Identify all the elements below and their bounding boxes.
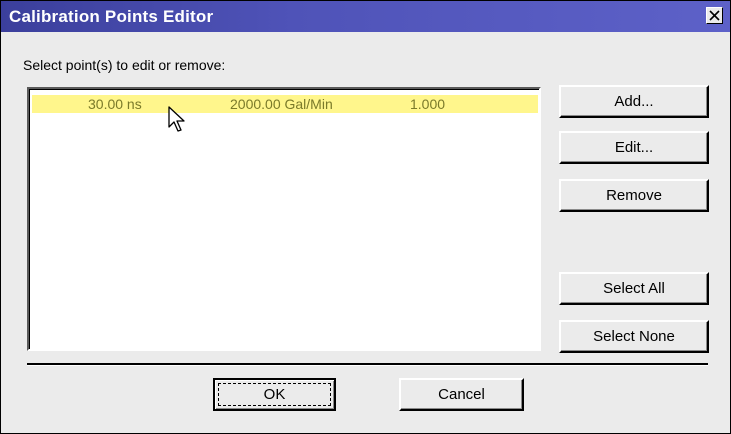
edit-button[interactable]: Edit... [559, 131, 709, 164]
list-item[interactable]: 30.00 ns 2000.00 Gal/Min 1.000 [32, 95, 538, 113]
remove-button[interactable]: Remove [559, 179, 709, 212]
list-frame: 30.00 ns 2000.00 Gal/Min 1.000 [29, 89, 539, 349]
add-button[interactable]: Add... [559, 85, 709, 118]
separator [27, 363, 708, 366]
point-factor: 1.000 [410, 96, 446, 112]
cancel-button[interactable]: Cancel [399, 378, 524, 411]
select-none-button[interactable]: Select None [559, 320, 709, 353]
mouse-pointer-icon [168, 106, 185, 132]
close-icon [709, 10, 720, 21]
select-all-button[interactable]: Select All [559, 272, 709, 305]
calibration-points-dialog: Calibration Points Editor Select point(s… [0, 0, 731, 434]
ok-button[interactable]: OK [213, 378, 336, 411]
point-flow: 2000.00 Gal/Min [230, 96, 333, 112]
calibration-points-list[interactable]: 30.00 ns 2000.00 Gal/Min 1.000 [27, 87, 541, 351]
window-title: Calibration Points Editor [9, 7, 214, 26]
ok-button-label: OK [218, 383, 331, 406]
point-time: 30.00 ns [88, 96, 142, 112]
close-button[interactable] [706, 7, 723, 24]
instruction-label: Select point(s) to edit or remove: [23, 57, 226, 73]
title-bar[interactable]: Calibration Points Editor [1, 1, 730, 32]
